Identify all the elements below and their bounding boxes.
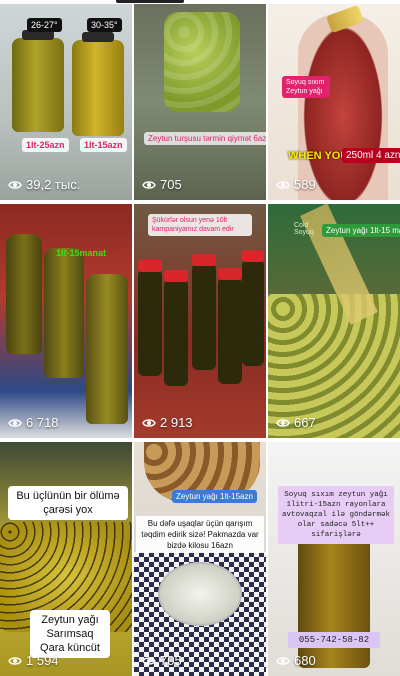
view-count: 1 594 [8, 653, 59, 668]
temp-label-right: 30-35° [87, 18, 122, 32]
price-label-left: 1lt-25azn [22, 138, 69, 152]
video-tile-5[interactable]: Şükürlər olsun yenə 10lt kampaniyamız da… [134, 204, 266, 438]
eye-icon [8, 180, 22, 189]
video-tile-3[interactable]: Soyuq sıxım Zeytun yağı WHEN YOU 250ml 4… [268, 4, 400, 200]
eye-icon [142, 418, 156, 427]
eye-icon [8, 656, 22, 665]
top-caption: Bu üçlünün bir ölümə çarəsi yox [8, 486, 128, 520]
view-count-text: 667 [294, 415, 316, 430]
view-count-text: 705 [160, 177, 182, 192]
video-tile-8[interactable]: Zeytun yağı 1lt-15azn Bu dəfə uşaqlar üç… [134, 442, 266, 676]
video-grid: 26-27° 30-35° 1lt-25azn 1lt-15azn 39,2 т… [0, 4, 400, 676]
view-count-text: 1 594 [26, 653, 59, 668]
video-tile-7[interactable]: Bu üçlünün bir ölümə çarəsi yox Zeytun y… [0, 442, 132, 676]
top-indicator [116, 0, 184, 3]
tile-banner: Zeytun turşusu tərmin qiymət 6azn/l 8azn [144, 132, 266, 145]
side-label: Cold Soyuq [294, 222, 314, 236]
price-label-right: 1lt-15azn [80, 138, 127, 152]
eye-icon [276, 656, 290, 665]
anatomy-figure [298, 14, 388, 200]
phone-number[interactable]: 055-742-58-82 [288, 632, 380, 648]
view-count-text: 2 913 [160, 415, 193, 430]
bottom-caption: Zeytun yağı Sarımsaq Qara küncüt [30, 610, 110, 658]
video-tile-6[interactable]: Zeytun yağı 1lt-15 manat Cold Soyuq 667 [268, 204, 400, 438]
price-badge: 250ml 4 azn [342, 148, 400, 163]
temp-label-left: 26-27° [27, 18, 62, 32]
olive-oil-jar-left [12, 38, 64, 132]
view-count: 6 718 [8, 415, 59, 430]
glass-bowl [158, 562, 242, 626]
eye-icon [276, 418, 290, 427]
view-count-text: 680 [294, 653, 316, 668]
video-tile-4[interactable]: 1lt-15manat 6 718 [0, 204, 132, 438]
view-count-text: 589 [294, 177, 316, 192]
tile-banner: 1lt-15manat [56, 248, 107, 258]
tile-caption: Soyuq sıxım Zeytun yağı [282, 76, 330, 98]
tile-banner: Şükürlər olsun yenə 10lt kampaniyamız da… [148, 214, 252, 236]
video-tile-9[interactable]: Soyuq sıxım zeytun yağı 1litri-15azn ray… [268, 442, 400, 676]
view-count-text: 39,2 тыс. [26, 177, 81, 192]
view-count: 39,2 тыс. [8, 177, 80, 192]
view-count: 705 [142, 653, 182, 668]
tile-banner: Zeytun yağı 1lt-15 manat [322, 224, 400, 237]
price-banner: Zeytun yağı 1lt-15azn [172, 490, 257, 503]
oil-bottle [6, 234, 42, 354]
eye-icon [8, 418, 22, 427]
olive-oil-jar-right [72, 40, 124, 136]
video-tile-1[interactable]: 26-27° 30-35° 1lt-25azn 1lt-15azn 39,2 т… [0, 4, 132, 200]
view-count-text: 705 [160, 653, 182, 668]
view-count: 705 [142, 177, 182, 192]
when-you-text: WHEN YOU [288, 150, 349, 162]
description-caption: Bu dəfə uşaqlar üçün qarışım təqdim edir… [136, 516, 264, 553]
view-count: 589 [276, 177, 316, 192]
view-count: 667 [276, 415, 316, 430]
ad-text: Soyuq sıxım zeytun yağı 1litri-15azn ray… [278, 486, 394, 544]
eye-icon [276, 180, 290, 189]
eye-icon [142, 180, 156, 189]
eye-icon [142, 656, 156, 665]
view-count: 2 913 [142, 415, 193, 430]
video-tile-2[interactable]: Zeytun turşusu tərmin qiymət 6azn/l 8azn… [134, 4, 266, 200]
view-count-text: 6 718 [26, 415, 59, 430]
view-count: 680 [276, 653, 316, 668]
